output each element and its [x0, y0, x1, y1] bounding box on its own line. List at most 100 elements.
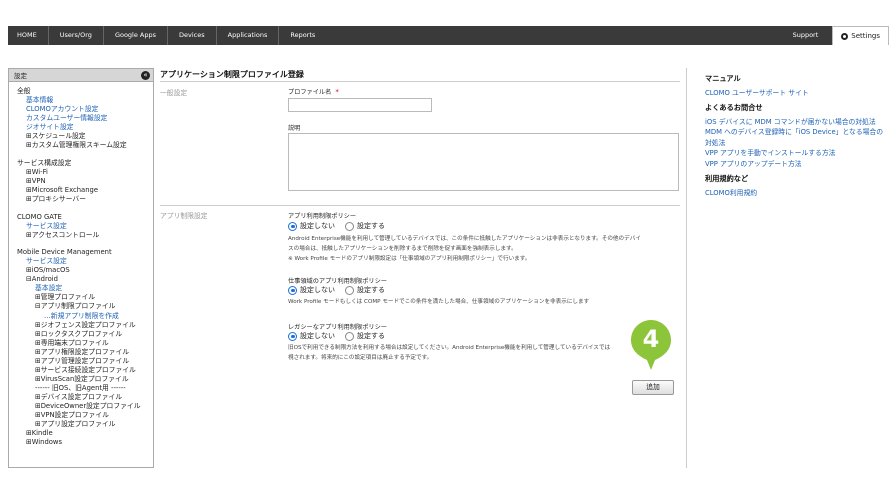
nav-google-apps[interactable]: Google Apps	[104, 26, 169, 45]
terms-heading: 利用規約など	[705, 174, 749, 183]
sidebar-item[interactable]: ⊞Wi-Fi	[17, 168, 153, 177]
radio-label-set: 設定する	[357, 286, 385, 294]
sidebar-link[interactable]: 基本情報	[17, 96, 153, 105]
sidebar-item[interactable]: ⊞Kindle	[17, 429, 153, 438]
radio-set[interactable]	[345, 221, 354, 231]
top-nav-bar: HOME Users/Org Google Apps Devices Appli…	[8, 26, 889, 45]
sidebar-item[interactable]: ⊞アクセスコントロール	[17, 231, 153, 240]
step-number: 4	[642, 325, 660, 353]
sidebar-item[interactable]: ⊟アプリ制限プロファイル	[17, 302, 153, 311]
sidebar-link[interactable]: サービス設定	[17, 257, 153, 266]
description-label: 説明	[288, 125, 301, 132]
sidebar-item[interactable]: ⊞カスタム管理権限スキーム設定	[17, 141, 153, 150]
sidebar-item: ------ 旧OS、旧Agent用 ------	[35, 383, 126, 392]
help-panel: マニュアル CLOMO ユーザーサポート サイト よくあるお問合せ iOS デバ…	[686, 68, 889, 468]
sidebar-item[interactable]: ⊞サービス接続設定プロファイル	[17, 366, 153, 375]
desc-line: 視されます。将来的にこの設定項目は廃止する予定です。	[288, 355, 433, 361]
required-mark: *	[335, 88, 339, 96]
sidebar-item[interactable]: ⊞VirusScan設定プロファイル	[17, 375, 153, 384]
nav-home[interactable]: HOME	[8, 26, 49, 45]
sidebar-item[interactable]: ⊞VPN	[17, 177, 153, 186]
policy-title-work-area: 仕事領域のアプリ利用制限ポリシー	[288, 278, 387, 285]
faq-link-vpp-manual[interactable]: VPP アプリを手動でインストールする方法	[705, 148, 889, 159]
policy-title-app-usage: アプリ利用制限ポリシー	[288, 213, 357, 220]
desc-line: 旧OSで利用できる制限方法を利用する場合は設定してください。Android En…	[288, 345, 611, 351]
sidebar-item[interactable]: ⊞iOS/macOS	[17, 266, 153, 275]
sidebar-item[interactable]: ⊞アプリ管理設定プロファイル	[17, 357, 153, 366]
radio-label-not-set: 設定しない	[300, 286, 335, 294]
desc-line: Android Enterprise機能を利用して管理しているデバイスでは、この…	[288, 236, 641, 242]
nav-settings-label: Settings	[851, 31, 880, 40]
faq-link-ios-device[interactable]: MDM へのデバイス登録時に「iOS Device」となる場合の対処法	[705, 127, 889, 148]
radio-set[interactable]	[345, 331, 354, 341]
profile-name-input[interactable]	[288, 98, 432, 112]
general-settings-label: 一般設定	[160, 89, 188, 97]
radio-not-set[interactable]	[288, 221, 297, 231]
policy-title-legacy: レガシーなアプリ利用制限ポリシー	[288, 324, 387, 331]
sidebar-title: 設定	[14, 72, 27, 80]
radio-not-set[interactable]	[288, 285, 297, 295]
sidebar-item[interactable]: ⊞Windows	[17, 438, 153, 447]
profile-name-label: プロファイル名 *	[288, 87, 339, 96]
sidebar-item[interactable]: ⊞アプリ権限設定プロファイル	[17, 348, 153, 357]
collapse-icon[interactable]: «	[141, 70, 150, 80]
terms-link[interactable]: CLOMO利用規約	[705, 188, 889, 199]
settings-sidebar: 設定 « 全般 基本情報 CLOMOアカウント設定 カスタムユーザー情報設定 ジオサイト…	[8, 68, 154, 468]
radio-not-set[interactable]	[288, 331, 297, 341]
description-textarea[interactable]	[288, 133, 679, 191]
sidebar-item[interactable]: ⊞アプリ設定プロファイル	[17, 420, 153, 429]
sidebar-link[interactable]: カスタムユーザー情報設定	[17, 114, 153, 123]
sidebar-item[interactable]: ⊞スケジュール設定	[17, 132, 153, 141]
section-divider	[160, 205, 680, 206]
faq-link-mdm-command[interactable]: iOS デバイスに MDM コマンドが届かない場合の対処法	[705, 117, 889, 128]
step-number-badge: 4	[631, 320, 671, 370]
sidebar-item[interactable]: ⊞DeviceOwner設定プロファイル	[17, 402, 153, 411]
gear-icon	[841, 32, 849, 40]
sidebar-item[interactable]: ⊞ジオフェンス設定プロファイル	[17, 321, 153, 330]
desc-line: スの場合は、抵触したアプリケーションを削除するまで削除を促す画面を強制表示します…	[288, 246, 517, 252]
desc-line: ※ Work Profile モードのアプリ制限設定は「仕事領域のアプリ利用制限…	[288, 256, 531, 262]
nav-reports[interactable]: Reports	[279, 26, 326, 45]
sidebar-tree: 全般 基本情報 CLOMOアカウント設定 カスタムユーザー情報設定 ジオサイト設定 ⊞スケ…	[9, 82, 153, 447]
page-title: アプリケーション制限プロファイル登録	[160, 70, 304, 79]
radio-label-set: 設定する	[357, 222, 385, 230]
sidebar-item[interactable]: ⊞デバイス設定プロファイル	[17, 393, 153, 402]
sidebar-link[interactable]: …新規アプリ制限を作成	[17, 312, 153, 321]
nav-support[interactable]: Support	[782, 26, 833, 45]
sidebar-item[interactable]: ⊞専用端末プロファイル	[17, 339, 153, 348]
nav-devices[interactable]: Devices	[168, 26, 217, 45]
profile-name-label-text: プロファイル名	[288, 89, 332, 96]
desc-line: Work Profile モードもしくは COMP モードでこの条件を満たした場…	[288, 299, 590, 305]
sidebar-item[interactable]: ⊞Microsoft Exchange	[17, 186, 153, 195]
nav-applications[interactable]: Applications	[217, 26, 280, 45]
sidebar-item: Mobile Device Management	[17, 248, 112, 257]
title-divider	[160, 81, 680, 82]
sidebar-item[interactable]: ⊞プロキシサーバー	[17, 195, 153, 204]
sidebar-link[interactable]: CLOMOアカウント設定	[17, 105, 153, 114]
manual-heading: マニュアル	[705, 74, 741, 83]
sidebar-item: CLOMO GATE	[17, 212, 62, 221]
app-restriction-label: アプリ制限設定	[160, 212, 208, 220]
radio-set[interactable]	[345, 285, 354, 295]
sidebar-link[interactable]: ジオサイト設定	[17, 123, 153, 132]
sidebar-header: 設定 «	[9, 69, 153, 82]
policy-radio-group-legacy: 設定しない 設定する	[288, 331, 385, 341]
policy-desc-app-usage: Android Enterprise機能を利用して管理しているデバイスでは、この…	[288, 234, 641, 264]
sidebar-item: 全般	[17, 87, 31, 95]
add-button[interactable]: 追加	[632, 380, 674, 395]
sidebar-item[interactable]: ⊞ロックタスクプロファイル	[17, 330, 153, 339]
nav-settings-tab[interactable]: Settings	[832, 26, 889, 45]
faq-link-vpp-update[interactable]: VPP アプリのアップデート方法	[705, 159, 889, 170]
sidebar-link[interactable]: サービス設定	[17, 222, 153, 231]
radio-label-not-set: 設定しない	[300, 222, 335, 230]
policy-radio-group-work-area: 設定しない 設定する	[288, 285, 385, 295]
nav-users-org[interactable]: Users/Org	[49, 26, 104, 45]
sidebar-item[interactable]: ⊞VPN設定プロファイル	[17, 411, 153, 420]
policy-desc-legacy: 旧OSで利用できる制限方法を利用する場合は設定してください。Android En…	[288, 343, 610, 363]
faq-heading: よくあるお問合せ	[705, 103, 763, 112]
manual-link-support-site[interactable]: CLOMO ユーザーサポート サイト	[705, 88, 889, 99]
radio-label-set: 設定する	[357, 332, 385, 340]
